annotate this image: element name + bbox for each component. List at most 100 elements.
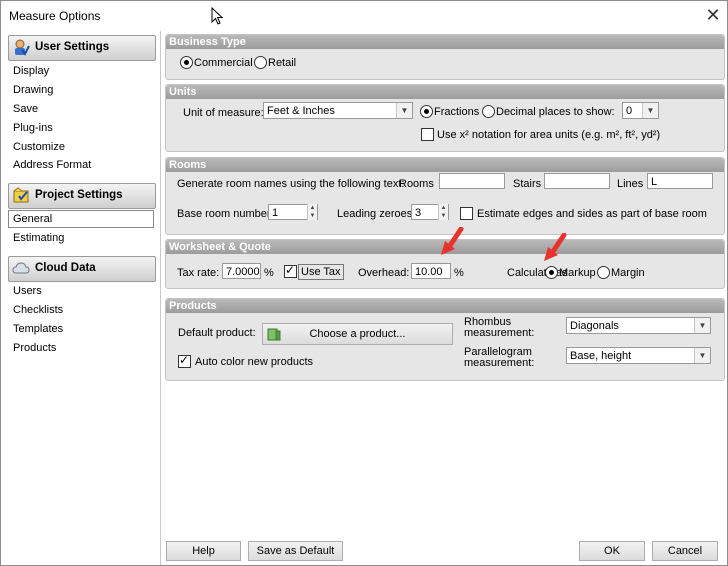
sidebar: User Settings Display Drawing Save Plug-…	[2, 31, 161, 565]
sidebar-item-display[interactable]: Display	[13, 65, 49, 77]
panel-header: Rooms	[166, 158, 724, 172]
leading-zeroes-label: Leading zeroes	[337, 208, 413, 220]
cancel-button[interactable]: Cancel	[652, 541, 718, 561]
spinner-icon[interactable]: ▲ ▼	[307, 204, 317, 220]
section-project-settings[interactable]: Project Settings	[8, 183, 156, 209]
panel-header: Products	[166, 299, 724, 313]
base-room-number-label: Base room number	[177, 208, 271, 220]
project-settings-icon	[13, 187, 29, 203]
section-label: Project Settings	[35, 189, 123, 201]
parallelogram-label-line2: measurement:	[464, 357, 535, 369]
retail-radio[interactable]	[254, 56, 267, 69]
sidebar-item-general[interactable]: General	[8, 210, 154, 228]
auto-color-checkbox[interactable]	[178, 353, 191, 368]
sidebar-item-save[interactable]: Save	[13, 103, 38, 115]
sidebar-item-drawing[interactable]: Drawing	[13, 84, 53, 96]
estimate-edges-label: Estimate edges and sides as part of base…	[477, 208, 707, 220]
panel-header: Business Type	[166, 35, 724, 49]
lines-input[interactable]: L	[647, 173, 713, 189]
panel-header: Units	[166, 85, 724, 99]
leading-zeroes-input[interactable]: 3 ▲ ▼	[411, 204, 449, 220]
use-tax-label: Use Tax	[298, 264, 344, 280]
chevron-down-icon: ▼	[694, 318, 710, 333]
rooms-panel: Rooms Generate room names using the foll…	[165, 157, 725, 235]
rhombus-label-line2: measurement:	[464, 327, 535, 339]
decimal-value: 0	[626, 105, 633, 117]
commercial-label: Commercial	[194, 57, 253, 69]
sidebar-item-products[interactable]: Products	[13, 342, 56, 354]
user-settings-icon	[15, 39, 30, 56]
overhead-label: Overhead:	[358, 267, 410, 279]
sidebar-item-checklists[interactable]: Checklists	[13, 304, 63, 316]
sidebar-item-estimating[interactable]: Estimating	[13, 232, 64, 244]
commercial-radio[interactable]	[180, 56, 193, 69]
sidebar-item-address-format[interactable]: Address Format	[13, 159, 91, 171]
section-cloud-data[interactable]: Cloud Data	[8, 256, 156, 282]
units-panel: Units Unit of measure: Feet & Inches ▼ F…	[165, 84, 725, 152]
base-room-number-input[interactable]: 1 ▲ ▼	[268, 204, 318, 220]
chevron-down-icon: ▼	[396, 103, 412, 118]
fractions-label: Fractions	[434, 106, 480, 118]
auto-color-label: Auto color new products	[195, 356, 314, 368]
retail-label: Retail	[268, 57, 297, 69]
tax-rate-label: Tax rate:	[177, 267, 220, 279]
product-box-icon	[267, 328, 281, 341]
parallelogram-measurement-select[interactable]: Base, height ▼	[566, 347, 711, 364]
products-panel: Products Default product: Choose a produ…	[165, 298, 725, 381]
rooms-label: Rooms	[399, 178, 434, 190]
decimal-places-select[interactable]: 0 ▼	[622, 102, 659, 119]
stairs-input[interactable]	[544, 173, 610, 189]
rhombus-measurement-select[interactable]: Diagonals ▼	[566, 317, 711, 334]
ok-button[interactable]: OK	[579, 541, 645, 561]
base-value: 1	[272, 207, 279, 219]
decimal-label: Decimal places to show:	[496, 106, 615, 118]
title-bar: Measure Options ✕	[1, 1, 727, 31]
section-label: Cloud Data	[35, 262, 96, 274]
cloud-icon	[12, 262, 30, 274]
save-as-default-button[interactable]: Save as Default	[248, 541, 343, 561]
unit-of-measure-label: Unit of measure:	[183, 107, 264, 119]
generate-room-names-label: Generate room names using the following …	[177, 178, 405, 190]
decimal-radio[interactable]	[482, 105, 495, 118]
annotation-arrow-icon	[441, 227, 464, 255]
tax-rate-input[interactable]: 7.0000	[222, 263, 261, 279]
overhead-percent-label: %	[454, 267, 464, 279]
unit-of-measure-select[interactable]: Feet & Inches ▼	[263, 102, 413, 119]
rooms-input[interactable]	[439, 173, 505, 189]
choose-product-button[interactable]: Choose a product...	[262, 323, 453, 345]
lines-label: Lines	[617, 178, 644, 190]
business-type-panel: Business Type Commercial Retail	[165, 34, 725, 80]
close-icon[interactable]: ✕	[701, 3, 725, 27]
stairs-label: Stairs	[513, 178, 542, 190]
section-label: User Settings	[35, 41, 110, 53]
dialog-window: Measure Options ✕ User Settings Display …	[0, 0, 728, 566]
fractions-radio[interactable]	[420, 105, 433, 118]
x2-notation-label: Use x² notation for area units (e.g. m²,…	[437, 129, 661, 141]
mouse-cursor-icon	[211, 7, 224, 25]
estimate-edges-checkbox[interactable]	[460, 207, 473, 220]
rhombus-value: Diagonals	[570, 320, 619, 332]
parallelogram-value: Base, height	[570, 350, 632, 362]
default-product-label: Default product:	[178, 327, 256, 339]
overhead-input[interactable]: 10.00	[411, 263, 451, 279]
annotation-arrow-icon	[544, 233, 567, 261]
help-button[interactable]: Help	[166, 541, 241, 561]
sidebar-item-plug-ins[interactable]: Plug-ins	[13, 122, 53, 134]
tax-percent-label: %	[264, 267, 274, 279]
section-user-settings[interactable]: User Settings	[8, 35, 156, 61]
markup-label: Markup	[559, 267, 596, 279]
window-title: Measure Options	[9, 9, 101, 23]
sidebar-item-templates[interactable]: Templates	[13, 323, 63, 335]
x2-notation-checkbox[interactable]	[421, 128, 434, 141]
sidebar-item-users[interactable]: Users	[13, 285, 42, 297]
sidebar-item-customize[interactable]: Customize	[13, 141, 65, 153]
markup-radio[interactable]	[545, 266, 558, 279]
zeros-value: 3	[415, 207, 422, 219]
chevron-down-icon: ▼	[642, 103, 658, 118]
margin-label: Margin	[611, 267, 645, 279]
use-tax-checkbox[interactable]	[284, 263, 297, 278]
spinner-icon[interactable]: ▲ ▼	[438, 204, 448, 220]
choose-product-label: Choose a product...	[309, 328, 406, 340]
margin-radio[interactable]	[597, 266, 610, 279]
chevron-down-icon: ▼	[694, 348, 710, 363]
